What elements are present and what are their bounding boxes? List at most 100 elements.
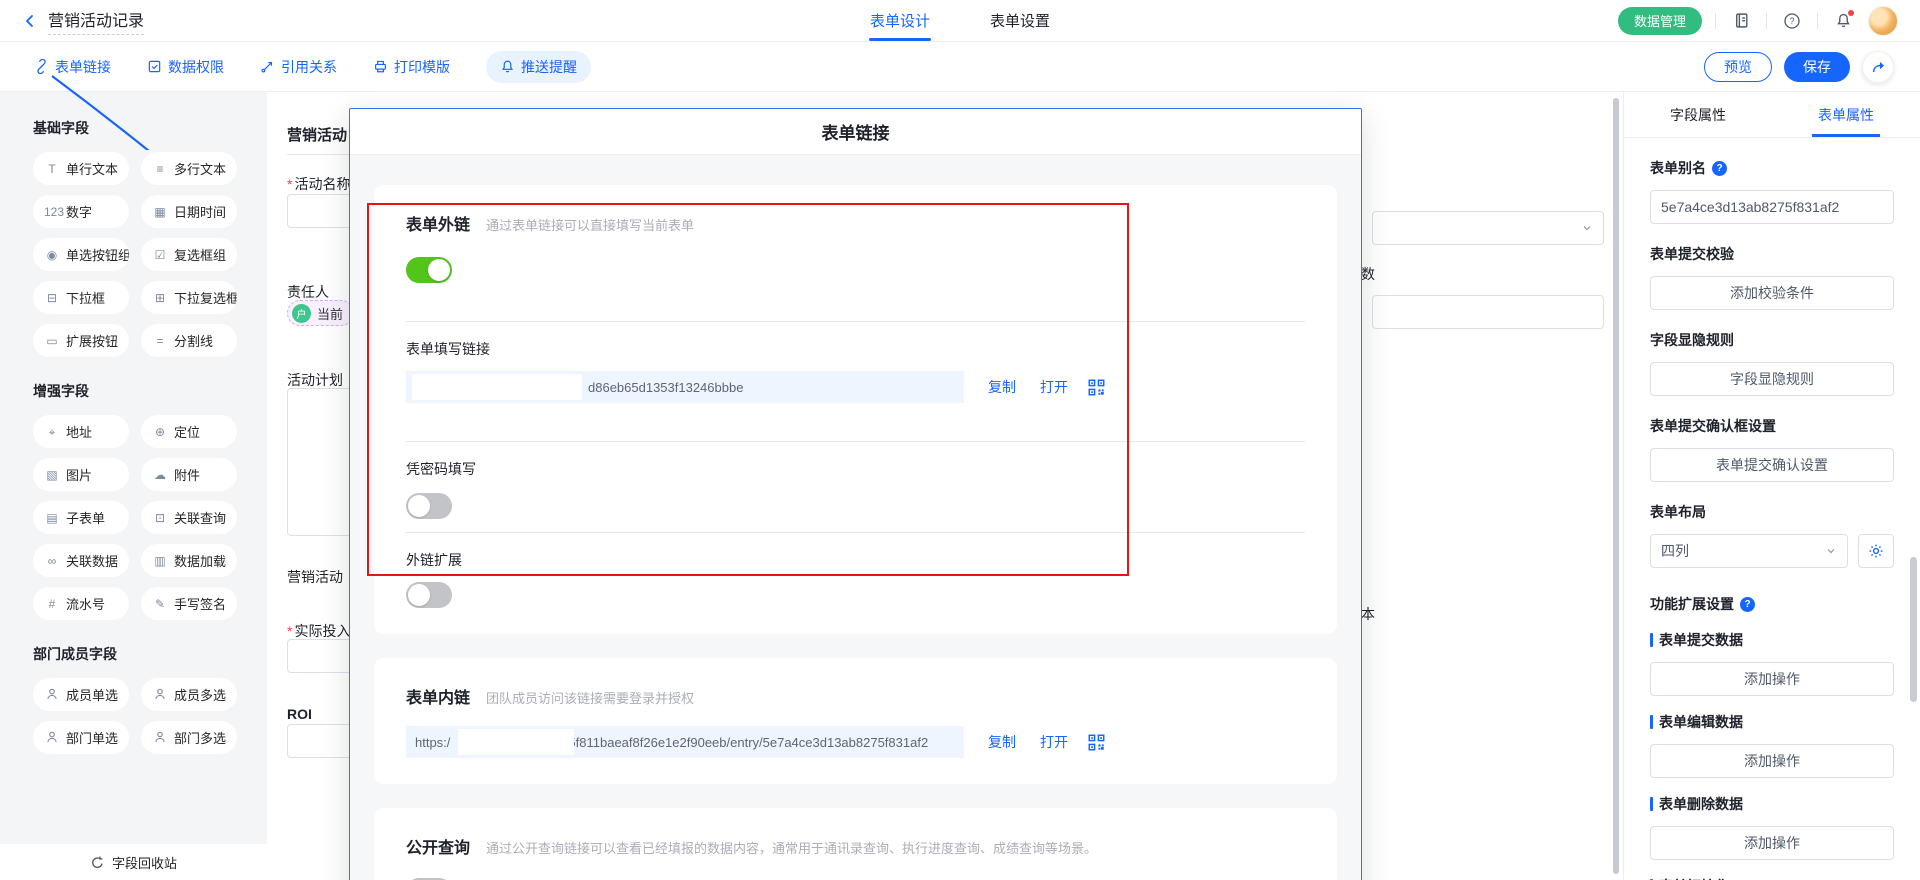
panel-scrollbar[interactable] [1910, 557, 1917, 702]
field-pill[interactable]: ∞ 关联数据 [33, 544, 129, 577]
save-button[interactable]: 保存 [1784, 52, 1850, 82]
properties-panel: 字段属性 表单属性 表单别名 ? 表单提交校验 添加校验条件 字段显隐规则 字段… [1623, 92, 1920, 880]
copy-link-button[interactable]: 复制 [988, 377, 1016, 397]
form-canvas: 营销活动 活动名称 责任人 户 当前 活动计划 营销活动 实际投入 ROI 次数… [267, 92, 1623, 880]
field-type-icon: ⌖ [44, 426, 60, 438]
page-title: 营销活动记录 [48, 7, 144, 35]
add-action-button[interactable]: 添加操作 [1650, 744, 1894, 778]
extension-group: 表单提交数据 添加操作 [1650, 630, 1894, 696]
field-pill[interactable]: 部门多选 [141, 721, 237, 754]
open-link-button[interactable]: 打开 [1040, 377, 1068, 397]
field-pill[interactable]: ▧ 图片 [33, 458, 129, 491]
field-pill[interactable]: T 单行文本 [33, 152, 129, 185]
tab-field-properties[interactable]: 字段属性 [1624, 92, 1772, 137]
add-action-button[interactable]: 添加操作 [1650, 662, 1894, 696]
field-pill[interactable]: ▥ 数据加载 [141, 544, 237, 577]
toolbar-data-permission[interactable]: 数据权限 [147, 57, 224, 77]
field-type-icon: ▭ [44, 335, 60, 347]
field-type-icon: T [44, 163, 60, 175]
extension-group: 表单删除数据 添加操作 [1650, 794, 1894, 860]
internal-link-value[interactable]: https:/ 5f811baeaf8f26e1e2f90eeb/entry/5… [406, 726, 964, 758]
tab-form-design[interactable]: 表单设计 [870, 0, 930, 41]
qr-code-icon[interactable] [1088, 379, 1105, 396]
divider [1766, 13, 1767, 29]
toolbar-form-link[interactable]: 表单链接 [34, 57, 111, 77]
field-pill[interactable]: ⊟ 下拉框 [33, 281, 129, 314]
tab-form-properties[interactable]: 表单属性 [1772, 92, 1920, 137]
copy-link-button[interactable]: 复制 [988, 732, 1016, 752]
field-pill[interactable]: ⊕ 定位 [141, 415, 237, 448]
gear-icon [1868, 543, 1884, 559]
blue-bar [1650, 633, 1653, 647]
field-type-icon: ▥ [152, 555, 168, 567]
property-action-button[interactable]: 添加校验条件 [1650, 276, 1894, 310]
back-button[interactable] [22, 13, 38, 29]
field-pill[interactable]: ▭ 扩展按钮 [33, 324, 129, 357]
extend-label: 外链扩展 [406, 550, 1305, 570]
redacted-area [458, 729, 574, 755]
password-fill-toggle[interactable] [406, 493, 452, 519]
add-action-button[interactable]: 添加操作 [1650, 826, 1894, 860]
field-type-icon: ▧ [44, 469, 60, 481]
user-avatar[interactable] [1868, 6, 1898, 36]
help-icon[interactable]: ? [1712, 161, 1727, 176]
public-query-title: 公开查询 [406, 834, 470, 858]
form-select[interactable] [1372, 211, 1604, 245]
field-pill[interactable]: ◉ 单选按钮组 [33, 238, 129, 271]
layout-settings-button[interactable] [1858, 534, 1894, 568]
field-recycle-bin[interactable]: 字段回收站 [0, 844, 267, 880]
field-pill[interactable]: ☑ 复选框组 [141, 238, 237, 271]
extend-toggle[interactable] [406, 582, 452, 608]
divider [406, 532, 1305, 533]
field-pill[interactable]: ⊡ 关联查询 [141, 501, 237, 534]
field-pill[interactable]: ▦ 日期时间 [141, 195, 237, 228]
fill-link-value[interactable]: d86eb65d1353f13246bbbe [406, 371, 964, 403]
field-pill[interactable]: ▤ 子表单 [33, 501, 129, 534]
toolbar-push-reminder[interactable]: 推送提醒 [486, 51, 591, 83]
field-pill[interactable]: 部门单选 [33, 721, 129, 754]
field-pill[interactable]: 123 数字 [33, 195, 129, 228]
internal-link-card: 表单内链 团队成员访问该链接需要登录并授权 https:/ 5f811baeaf… [374, 658, 1337, 784]
chevron-down-icon [1825, 545, 1837, 557]
field-pill[interactable]: # 流水号 [33, 587, 129, 620]
property-label: 字段显隐规则 [1650, 330, 1894, 350]
share-button[interactable] [1862, 51, 1894, 83]
form-alias-input[interactable] [1650, 190, 1894, 224]
field-type-icon: ◉ [44, 249, 60, 261]
toolbar-reference-relation[interactable]: 引用关系 [260, 57, 337, 77]
form-field-label: ROI [287, 706, 312, 722]
svg-text:?: ? [1789, 16, 1794, 26]
field-pill[interactable]: 成员单选 [33, 678, 129, 711]
password-fill-label: 凭密码填写 [406, 459, 1305, 479]
form-input[interactable] [1372, 295, 1604, 329]
field-pill[interactable]: ≡ 多行文本 [141, 152, 237, 185]
field-pill[interactable]: ✎ 手写签名 [141, 587, 237, 620]
preview-button[interactable]: 预览 [1704, 52, 1772, 82]
field-pill[interactable]: ⌖ 地址 [33, 415, 129, 448]
qr-code-icon[interactable] [1088, 734, 1105, 751]
external-link-toggle[interactable] [406, 257, 452, 283]
data-permission-icon [147, 59, 162, 74]
tab-form-settings[interactable]: 表单设置 [990, 0, 1050, 41]
field-pill[interactable]: 成员多选 [141, 678, 237, 711]
palette-section-basic: 基础字段 T 单行文本 ≡ 多行文本 123 数字 [33, 118, 249, 357]
printer-icon [373, 59, 388, 74]
form-layout-label: 表单布局 [1650, 502, 1894, 522]
field-pill[interactable]: ⊞ 下拉复选框 [141, 281, 237, 314]
public-query-card: 公开查询 通过公开查询链接可以查看已经填报的数据内容，通常用于通讯录查询、执行进… [374, 808, 1337, 880]
address-book-icon[interactable] [1729, 9, 1753, 33]
notification-bell-icon[interactable] [1831, 9, 1855, 33]
person-icon [44, 730, 60, 746]
open-link-button[interactable]: 打开 [1040, 732, 1068, 752]
toolbar-print-template[interactable]: 打印模版 [373, 57, 450, 77]
property-action-button[interactable]: 字段显隐规则 [1650, 362, 1894, 396]
property-action-button[interactable]: 表单提交确认设置 [1650, 448, 1894, 482]
field-pill[interactable]: ☁ 附件 [141, 458, 237, 491]
canvas-scrollbar[interactable] [1613, 98, 1619, 874]
help-icon[interactable]: ? [1740, 597, 1755, 612]
current-user-chip[interactable]: 户 当前 [287, 300, 354, 326]
data-manage-button[interactable]: 数据管理 [1618, 7, 1702, 35]
help-icon[interactable]: ? [1780, 9, 1804, 33]
layout-select[interactable]: 四列 [1650, 534, 1848, 568]
field-pill[interactable]: = 分割线 [141, 324, 237, 357]
